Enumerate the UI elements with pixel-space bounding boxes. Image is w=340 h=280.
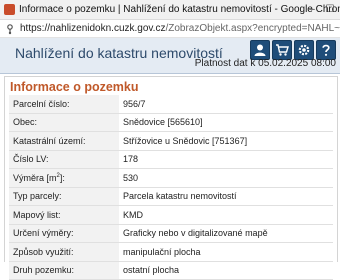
- row-value-map-sheet: KMD: [119, 205, 333, 225]
- url-text[interactable]: https://nahlizenidokn.cuzk.gov.cz/Zobraz…: [20, 20, 340, 37]
- account-button[interactable]: [250, 40, 270, 60]
- row-label-cadastral-area: Katastrální území:: [9, 131, 119, 151]
- site-header: Nahlížení do katastru nemovitostí Platno…: [0, 38, 340, 74]
- row-label-municipality: Obec:: [9, 113, 119, 132]
- data-validity-text: Platnost dat k 05.02.2025 08:00: [194, 58, 336, 69]
- table-row: Obec: Snědovice [565610]: [9, 113, 333, 132]
- help-button[interactable]: [316, 40, 336, 60]
- row-value-land-type: ostatní plocha: [119, 261, 333, 280]
- table-row: Druh pozemku: ostatní plocha: [9, 261, 333, 280]
- row-label-land-type: Druh pozemku:: [9, 261, 119, 280]
- row-label-area-main: Výměra [m: [13, 172, 57, 183]
- table-row: Určení výměry: Graficky nebo v digitaliz…: [9, 224, 333, 243]
- row-value-lv-number[interactable]: 178: [119, 150, 333, 169]
- window-title: Informace o pozemku | Nahlížení do katas…: [19, 4, 340, 15]
- table-row: Výměra [m2]: 530: [9, 168, 333, 188]
- table-row: Parcelní číslo: 956/7: [9, 95, 333, 114]
- row-value-municipality[interactable]: Snědovice [565610]: [119, 113, 333, 132]
- gear-icon: [298, 44, 310, 56]
- table-row: Způsob využití: manipulační plocha: [9, 242, 333, 262]
- row-label-lv-number: Číslo LV:: [9, 150, 119, 169]
- url-path: /ZobrazObjekt.aspx?encrypted=NAHL~H3VCpS…: [165, 23, 340, 34]
- cart-button[interactable]: [272, 40, 292, 60]
- site-info-icon[interactable]: [4, 21, 16, 36]
- row-value-area-determination: Graficky nebo v digitalizované mapě: [119, 224, 333, 243]
- url-domain: https://nahlizenidokn.cuzk.gov.cz: [20, 23, 166, 34]
- page-title: Nahlížení do katastru nemovitostí: [15, 45, 223, 61]
- help-icon: [322, 44, 330, 56]
- parcel-info-panel: Informace o pozemku Parcelní číslo: 956/…: [4, 76, 338, 280]
- row-label-area-determination: Určení výměry:: [9, 224, 119, 243]
- row-label-parcel-number: Parcelní číslo:: [9, 95, 119, 114]
- site-favicon-icon: [4, 4, 15, 15]
- section-title: Informace o pozemku: [10, 80, 139, 94]
- row-label-map-sheet: Mapový list:: [9, 205, 119, 225]
- settings-button[interactable]: [294, 40, 314, 60]
- row-label-area-end: ]:: [59, 172, 65, 183]
- row-value-area: 530: [119, 168, 333, 188]
- cart-icon: [276, 44, 289, 56]
- row-value-land-use: manipulační plocha: [119, 242, 333, 262]
- maximize-button[interactable]: ☐: [322, 0, 338, 19]
- parcel-info-table: Parcelní číslo: 956/7 Obec: Snědovice [5…: [9, 95, 333, 280]
- row-label-area: Výměra [m2]:: [9, 168, 119, 188]
- minimize-button[interactable]: –: [304, 0, 320, 19]
- row-value-parcel-type: Parcela katastru nemovitostí: [119, 187, 333, 206]
- row-label-land-use: Způsob využití:: [9, 242, 119, 262]
- row-label-parcel-type: Typ parcely:: [9, 187, 119, 206]
- table-row: Typ parcely: Parcela katastru nemovitost…: [9, 187, 333, 206]
- table-row: Katastrální území: Střížovice u Snědovic…: [9, 131, 333, 151]
- row-value-cadastral-area[interactable]: Střížovice u Snědovic [751367]: [119, 131, 333, 151]
- table-row: Číslo LV: 178: [9, 150, 333, 169]
- browser-titlebar: Informace o pozemku | Nahlížení do katas…: [0, 0, 340, 20]
- row-value-parcel-number: 956/7: [119, 95, 333, 114]
- address-bar[interactable]: https://nahlizenidokn.cuzk.gov.cz/Zobraz…: [0, 20, 340, 38]
- table-row: Mapový list: KMD: [9, 205, 333, 225]
- user-icon: [254, 44, 266, 56]
